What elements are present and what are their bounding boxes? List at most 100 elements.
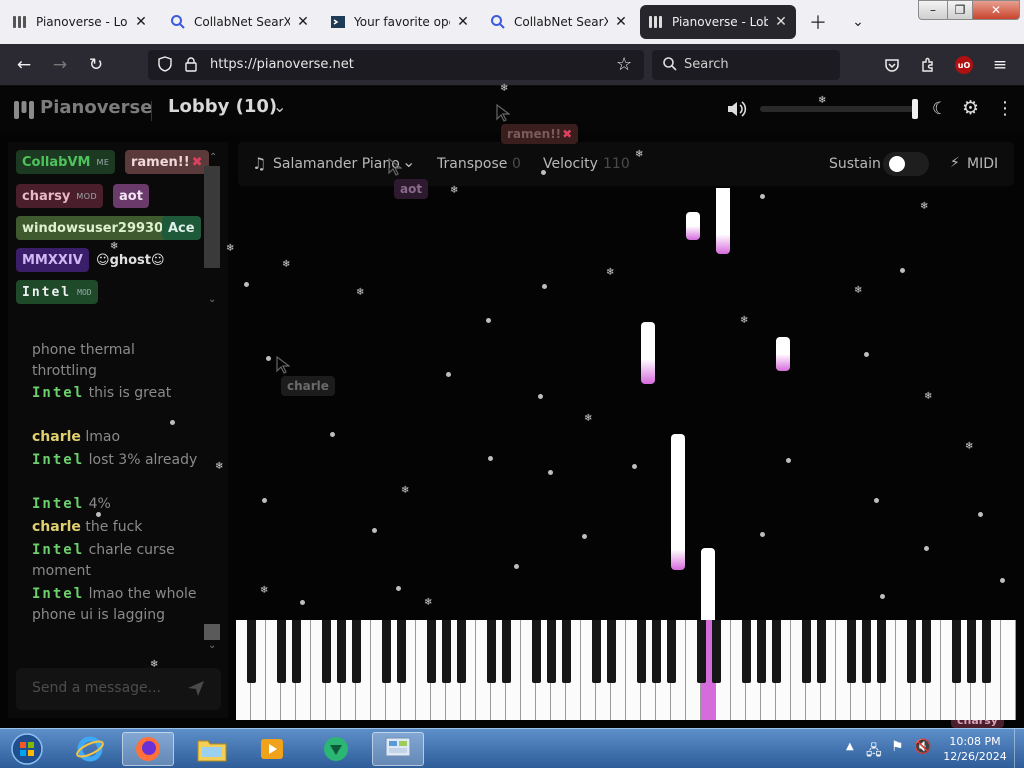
- message-author[interactable]: Intel: [32, 496, 84, 512]
- chevron-up-icon[interactable]: ⌃: [209, 152, 217, 163]
- network-icon[interactable]: 🖧: [866, 740, 882, 764]
- close-icon[interactable]: ✕: [774, 14, 788, 30]
- user-chip[interactable]: charsy MOD: [16, 184, 104, 208]
- piano-key-black[interactable]: [981, 620, 991, 683]
- piano-key-black[interactable]: [486, 620, 496, 683]
- firefox-icon[interactable]: [122, 732, 174, 766]
- piano-key-black[interactable]: [921, 620, 931, 683]
- piano-key-black[interactable]: [456, 620, 466, 683]
- chevron-down-icon[interactable]: ⌄: [273, 97, 286, 116]
- piano-key-black[interactable]: [846, 620, 856, 683]
- scrollbar-thumb[interactable]: [204, 166, 220, 268]
- dark-mode-icon[interactable]: ☾: [932, 99, 947, 119]
- maximize-button[interactable]: ❐: [947, 0, 973, 20]
- bookmark-star-icon[interactable]: ☆: [616, 54, 632, 75]
- url-bar[interactable]: https://pianoverse.net ☆: [148, 50, 644, 80]
- user-chip[interactable]: ☺ ghost ☺: [90, 248, 171, 272]
- piano-key-black[interactable]: [501, 620, 511, 683]
- piano-key-black[interactable]: [546, 620, 556, 683]
- piano-key-black[interactable]: [966, 620, 976, 683]
- piano-key-black[interactable]: [711, 620, 721, 683]
- user-chip[interactable]: windowsuser29930: [16, 216, 170, 240]
- extensions-icon[interactable]: [914, 52, 942, 78]
- minimize-button[interactable]: –: [918, 0, 948, 20]
- message-author[interactable]: Intel: [32, 586, 84, 602]
- volume-slider[interactable]: [760, 99, 918, 119]
- volume-icon[interactable]: [726, 99, 748, 123]
- piano-key-black[interactable]: [816, 620, 826, 683]
- close-icon[interactable]: ✕: [134, 14, 148, 30]
- close-icon[interactable]: ✕: [614, 14, 628, 30]
- gear-icon[interactable]: ⚙: [962, 97, 979, 119]
- tab-pianoverse-lobby-1[interactable]: Pianoverse - Lobby ✕: [4, 5, 156, 39]
- control-panel-icon[interactable]: [372, 732, 424, 766]
- piano-key-black[interactable]: [951, 620, 961, 683]
- piano-key-black[interactable]: [801, 620, 811, 683]
- room-selector[interactable]: Lobby (10): [168, 96, 277, 117]
- chat-input[interactable]: Send a message...: [32, 680, 161, 696]
- shield-icon[interactable]: [158, 56, 172, 76]
- user-chip[interactable]: ramen!! ✖: [125, 150, 209, 174]
- flag-icon[interactable]: ⚑: [891, 739, 904, 755]
- show-desktop-button[interactable]: [1014, 729, 1024, 768]
- piano-key-black[interactable]: [291, 620, 301, 683]
- piano-key-black[interactable]: [441, 620, 451, 683]
- clock[interactable]: 10:08 PM 12/26/2024: [940, 734, 1010, 764]
- piano-key-black[interactable]: [336, 620, 346, 683]
- chevron-down-icon[interactable]: ⌄: [208, 294, 216, 305]
- user-chip[interactable]: aot: [113, 184, 149, 208]
- window-close-button[interactable]: ✕: [972, 0, 1020, 20]
- user-chip[interactable]: MMXXIV: [16, 248, 89, 272]
- close-icon[interactable]: ✕: [296, 14, 310, 30]
- volume-muted-icon[interactable]: 🔇: [914, 739, 931, 755]
- media-player-icon[interactable]: [246, 732, 298, 766]
- piano-key-black[interactable]: [771, 620, 781, 683]
- piano-key-black[interactable]: [756, 620, 766, 683]
- message-author[interactable]: Intel: [32, 385, 84, 401]
- piano-key-black[interactable]: [561, 620, 571, 683]
- new-tab-button[interactable]: ＋: [804, 8, 832, 36]
- piano-key-black[interactable]: [876, 620, 886, 683]
- close-icon[interactable]: ✕: [456, 14, 470, 30]
- transpose-value[interactable]: 0: [512, 156, 521, 172]
- chevron-down-icon[interactable]: ⌄: [208, 640, 216, 651]
- chat-scrollbar[interactable]: ⌄: [204, 624, 220, 654]
- tab-collabnet-searxng-2[interactable]: CollabNet SearXNG ✕: [482, 5, 636, 39]
- user-list-scrollbar[interactable]: ⌃ ⌄: [204, 152, 220, 312]
- message-author[interactable]: Intel: [32, 452, 84, 468]
- show-hidden-icons[interactable]: ▲: [846, 741, 854, 752]
- ublock-icon[interactable]: uO: [950, 52, 978, 78]
- chat-input-box[interactable]: Send a message...: [16, 668, 221, 710]
- search-box[interactable]: Search: [652, 50, 840, 80]
- piano-key-black[interactable]: [276, 620, 286, 683]
- forward-button[interactable]: →: [46, 52, 74, 78]
- tab-favorite-opera[interactable]: Your favorite opera ✕: [322, 5, 478, 39]
- sustain-toggle[interactable]: [883, 152, 929, 176]
- tab-pianoverse-lobby-active[interactable]: Pianoverse - Lobby ✕: [640, 5, 796, 39]
- piano-key-black[interactable]: [696, 620, 706, 683]
- scrollbar-thumb[interactable]: [204, 624, 220, 640]
- volume-slider-handle[interactable]: [912, 99, 918, 119]
- user-chip[interactable]: CollabVM ME: [16, 150, 116, 174]
- user-chip[interactable]: Ace: [162, 216, 201, 240]
- message-author[interactable]: charle: [32, 429, 81, 445]
- piano-key-black[interactable]: [426, 620, 436, 683]
- collabvm-icon[interactable]: [310, 732, 362, 766]
- piano-key-black[interactable]: [651, 620, 661, 683]
- piano-key-black[interactable]: [351, 620, 361, 683]
- start-button[interactable]: [2, 732, 52, 766]
- back-button[interactable]: ←: [10, 52, 38, 78]
- brand-name[interactable]: Pianoverse: [40, 97, 152, 118]
- more-options-icon[interactable]: ⋮: [996, 98, 1014, 119]
- tab-collabnet-searxng-1[interactable]: CollabNet SearXNG ✕: [162, 5, 318, 39]
- piano-keyboard[interactable]: [236, 620, 1016, 720]
- piano-key-black[interactable]: [666, 620, 676, 683]
- piano-key-black[interactable]: [396, 620, 406, 683]
- piano-key-black[interactable]: [321, 620, 331, 683]
- piano-key-black[interactable]: [246, 620, 256, 683]
- piano-key-black[interactable]: [531, 620, 541, 683]
- piano-key-black[interactable]: [741, 620, 751, 683]
- internet-explorer-icon[interactable]: [64, 732, 116, 766]
- reload-button[interactable]: ↻: [82, 52, 110, 78]
- send-icon[interactable]: [186, 678, 206, 702]
